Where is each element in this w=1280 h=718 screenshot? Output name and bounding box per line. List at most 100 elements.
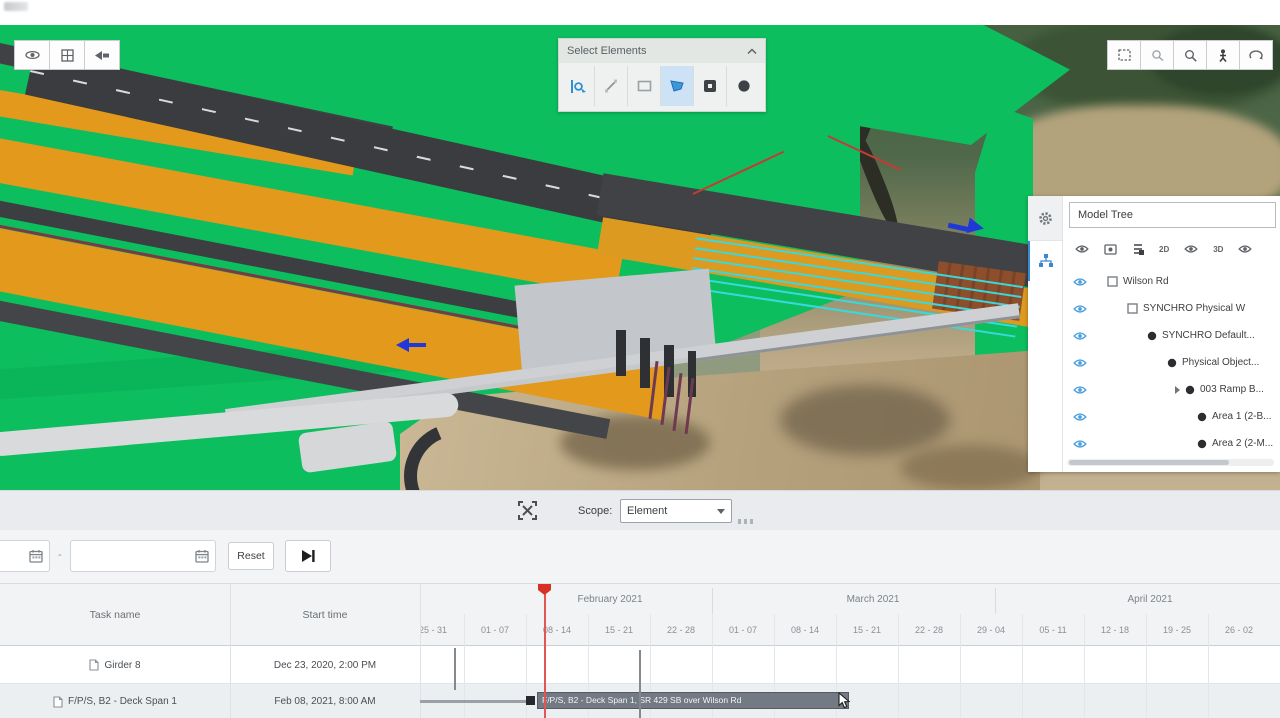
splitter-handle[interactable] <box>738 519 754 524</box>
milestone-line <box>639 650 641 718</box>
zoom-window-icon <box>1151 49 1164 61</box>
dirt-blob <box>900 445 1040 490</box>
month-label: February 2021 <box>540 584 680 614</box>
current-time-line[interactable] <box>544 584 546 718</box>
select-elements-title: Select Elements <box>567 45 646 57</box>
gantt-chart: Task name Start time February 2021 March… <box>0 583 1280 718</box>
zoom-window-button[interactable] <box>1140 40 1174 70</box>
visibility-eye-icon[interactable] <box>1073 277 1087 287</box>
select-block-tool[interactable] <box>694 66 727 106</box>
calendar-icon[interactable] <box>195 549 209 563</box>
fit-view-icon[interactable] <box>518 501 537 520</box>
start-time-cell: Feb 08, 2021, 8:00 AM <box>230 684 420 718</box>
zoom-button[interactable] <box>1173 40 1207 70</box>
month-label: March 2021 <box>803 584 943 614</box>
select-pointer-icon <box>570 79 587 94</box>
layers-button[interactable] <box>49 40 85 70</box>
model-tree-hscrollbar[interactable] <box>1067 459 1274 466</box>
caret-right-icon[interactable] <box>1175 386 1180 394</box>
select-sphere-icon <box>737 79 751 93</box>
tree-row[interactable]: Area 1 (2-B... <box>1063 403 1280 430</box>
select-line-tool[interactable] <box>595 66 628 106</box>
start-time-cell: Dec 23, 2020, 2:00 PM <box>230 646 420 684</box>
scope-bar: Scope: Element <box>0 490 1280 530</box>
date-from-field[interactable] <box>0 540 50 572</box>
select-box-tool[interactable] <box>628 66 661 106</box>
visibility-eye-icon[interactable] <box>1073 358 1087 368</box>
model-tree-header-dropdown[interactable]: Model Tree <box>1069 202 1276 228</box>
visibility-eye-icon[interactable] <box>1073 412 1087 422</box>
visibility-eye-icon[interactable] <box>1073 331 1087 341</box>
model-tree-rail <box>1028 196 1063 472</box>
scrollbar-thumb[interactable] <box>1069 460 1229 465</box>
tree-item-label: Physical Object... <box>1182 357 1259 368</box>
reset-button[interactable]: Reset <box>228 542 274 570</box>
select-sphere-tool[interactable] <box>727 66 760 106</box>
marquee-select-button[interactable] <box>1107 40 1141 70</box>
tree-row[interactable]: SYNCHRO Default... <box>1063 322 1280 349</box>
settings-button[interactable] <box>1028 196 1062 241</box>
window-corner-mark <box>4 2 28 11</box>
cube-icon <box>1167 358 1177 368</box>
date-from-input[interactable] <box>0 545 25 567</box>
walk-icon <box>1218 49 1228 62</box>
visibility-eye-icon[interactable] <box>1073 304 1087 314</box>
model-tree-tab[interactable] <box>1028 241 1062 281</box>
date-to-input[interactable] <box>77 545 191 567</box>
eye-3d-icon[interactable] <box>1238 244 1252 254</box>
select-pointer-tool[interactable] <box>562 66 595 106</box>
isolate-icon[interactable] <box>1104 244 1117 255</box>
task-drag-label[interactable]: F/P/S, B2 - Deck Span 1, SR 429 SB over … <box>537 692 849 709</box>
tree-item-label: Area 2 (2-M... <box>1212 438 1273 449</box>
calendar-icon[interactable] <box>29 549 43 563</box>
orbit-view-button[interactable] <box>1239 40 1273 70</box>
select-polygon-tool[interactable] <box>661 66 694 106</box>
scope-value: Element <box>627 505 667 517</box>
date-range-separator: - <box>58 549 62 561</box>
visibility-eye-icon[interactable] <box>1073 385 1087 395</box>
tree-row[interactable]: SYNCHRO Physical W <box>1063 295 1280 322</box>
cube-icon <box>1197 412 1207 422</box>
eye-icon[interactable] <box>1075 244 1089 254</box>
milestone-line <box>454 648 456 690</box>
chevron-up-icon[interactable] <box>747 48 757 55</box>
orbit-button[interactable] <box>14 40 50 70</box>
viewport-3d[interactable]: Select Elements <box>0 25 1280 490</box>
step-forward-button[interactable] <box>285 540 331 572</box>
task-bar-line[interactable] <box>420 700 528 703</box>
viewport-toolbar-right <box>1108 40 1273 70</box>
visibility-eye-icon[interactable] <box>1073 439 1087 449</box>
mouse-cursor <box>838 692 851 709</box>
expand-all-icon[interactable] <box>1132 243 1144 255</box>
step-forward-icon <box>301 549 315 563</box>
tree-row[interactable]: Wilson Rd <box>1063 268 1280 295</box>
select-elements-tools <box>559 63 765 109</box>
walk-button[interactable] <box>1206 40 1240 70</box>
gear-icon <box>1038 211 1053 226</box>
orbit-icon <box>1249 49 1263 61</box>
select-elements-titlebar[interactable]: Select Elements <box>559 39 765 63</box>
model-tree-panel: Model Tree 2D 3D Wilson Rd <box>1028 196 1280 472</box>
scope-dropdown[interactable]: Element <box>620 499 732 523</box>
timeline-weeks: 25 - 31 01 - 07 08 - 14 15 - 21 22 - 28 … <box>420 614 1280 646</box>
tree-row[interactable]: Physical Object... <box>1063 349 1280 376</box>
flow-arrow-blue-left-head <box>396 338 409 352</box>
flow-arrow-blue-head <box>967 218 986 237</box>
task-name-cell[interactable]: Girder 8 <box>0 646 230 684</box>
month-label: April 2021 <box>1080 584 1220 614</box>
tree-row[interactable]: Area 2 (2-M... <box>1063 430 1280 457</box>
reset-button-label: Reset <box>237 550 264 562</box>
cube-icon <box>1147 331 1157 341</box>
date-to-field[interactable] <box>70 540 216 572</box>
eye-2d-icon[interactable] <box>1184 244 1198 254</box>
task-name-cell[interactable]: F/P/S, B2 - Deck Span 1 <box>0 684 230 718</box>
select-box-icon <box>637 80 652 92</box>
task-bar-handle[interactable] <box>526 696 535 705</box>
tree-row[interactable]: 003 Ramp B... <box>1063 376 1280 403</box>
marquee-select-icon <box>1118 49 1131 61</box>
select-elements-panel: Select Elements <box>558 38 766 112</box>
pan-arrow-button[interactable] <box>84 40 120 70</box>
app-window: Select Elements <box>0 0 1280 718</box>
viewport-toolbar-left <box>15 40 120 70</box>
gantt-filter-bar: - Reset <box>0 530 1280 583</box>
